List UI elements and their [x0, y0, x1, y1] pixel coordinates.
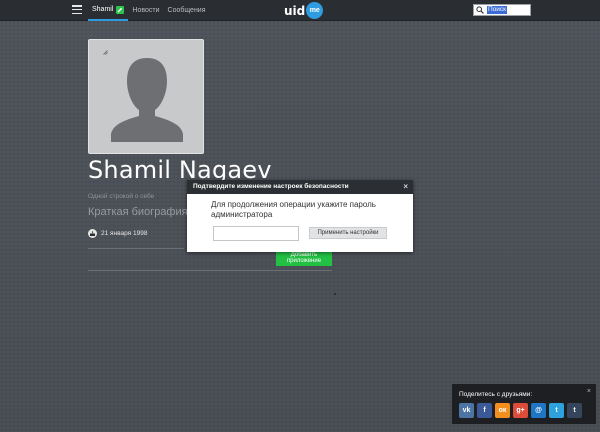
odnoklassniki-icon[interactable]: ок [495, 403, 510, 418]
twitter-glyph: t [555, 407, 558, 414]
share-panel: Поделитесь с друзьями: × vk f ок g+ @ t … [452, 384, 596, 424]
nav-item-label: Shamil [92, 6, 114, 13]
share-title: Поделитесь с друзьями: [459, 391, 533, 398]
moimir-icon[interactable]: @ [531, 403, 546, 418]
profile-tagline[interactable]: Одной строкой о себе [88, 193, 154, 200]
resize-handle-icon[interactable] [103, 50, 108, 55]
facebook-glyph: f [483, 407, 486, 414]
tumblr-icon[interactable]: t [567, 403, 582, 418]
add-application-button[interactable]: Добавить приложение [276, 250, 332, 266]
google-plus-icon[interactable]: g+ [513, 403, 528, 418]
nav-item-label: Новости [132, 7, 160, 14]
search-box[interactable]: Поиск [473, 4, 531, 16]
decorative-dot [334, 293, 336, 295]
add-app-label-line2: приложение [286, 258, 322, 264]
birthday-text: 21 января 1998 [101, 230, 148, 237]
vk-glyph: vk [462, 407, 471, 414]
cake-icon [88, 229, 97, 238]
close-icon[interactable]: × [403, 180, 408, 194]
admin-password-input[interactable] [213, 226, 299, 241]
moimir-glyph: @ [535, 407, 542, 414]
nav-item-profile[interactable]: Shamil [88, 0, 129, 21]
dialog-message: Для продолжения операции укажите пароль … [211, 200, 376, 219]
edit-pencil-icon[interactable] [116, 5, 125, 14]
divider [88, 248, 184, 249]
share-icons: vk f ок g+ @ t t [459, 403, 585, 418]
tumblr-glyph: t [573, 407, 576, 414]
nav-item-news[interactable]: Новости [128, 0, 163, 21]
odnoklassniki-glyph: ок [498, 407, 507, 414]
close-icon[interactable]: × [587, 388, 591, 395]
main-nav: Shamil Новости Сообщения [88, 0, 210, 21]
search-input[interactable]: Поиск [487, 6, 508, 14]
apply-settings-button[interactable]: Применить настройки [309, 227, 387, 239]
divider [88, 270, 332, 271]
hamburger-menu-icon[interactable] [72, 5, 82, 15]
profile-bio[interactable]: Краткая биография [88, 206, 188, 218]
nav-item-label: Сообщения [167, 7, 206, 14]
nav-item-messages[interactable]: Сообщения [164, 0, 210, 21]
dialog-title: Подтвердите изменение настроек безопасно… [193, 183, 349, 190]
top-navigation-bar: Shamil Новости Сообщения uid me Поиск [0, 0, 600, 21]
logo-text: uid [284, 3, 306, 18]
site-logo[interactable]: uid me [284, 2, 324, 19]
search-icon [476, 6, 484, 14]
profile-birthday: 21 января 1998 [88, 229, 147, 238]
facebook-icon[interactable]: f [477, 403, 492, 418]
dialog-header: Подтвердите изменение настроек безопасно… [187, 180, 413, 194]
google-plus-glyph: g+ [516, 407, 525, 414]
default-user-silhouette-icon [111, 58, 183, 142]
logo-badge: me [306, 2, 324, 19]
profile-avatar[interactable] [88, 39, 204, 154]
security-confirm-dialog: Подтвердите изменение настроек безопасно… [187, 180, 413, 252]
twitter-icon[interactable]: t [549, 403, 564, 418]
vk-icon[interactable]: vk [459, 403, 474, 418]
